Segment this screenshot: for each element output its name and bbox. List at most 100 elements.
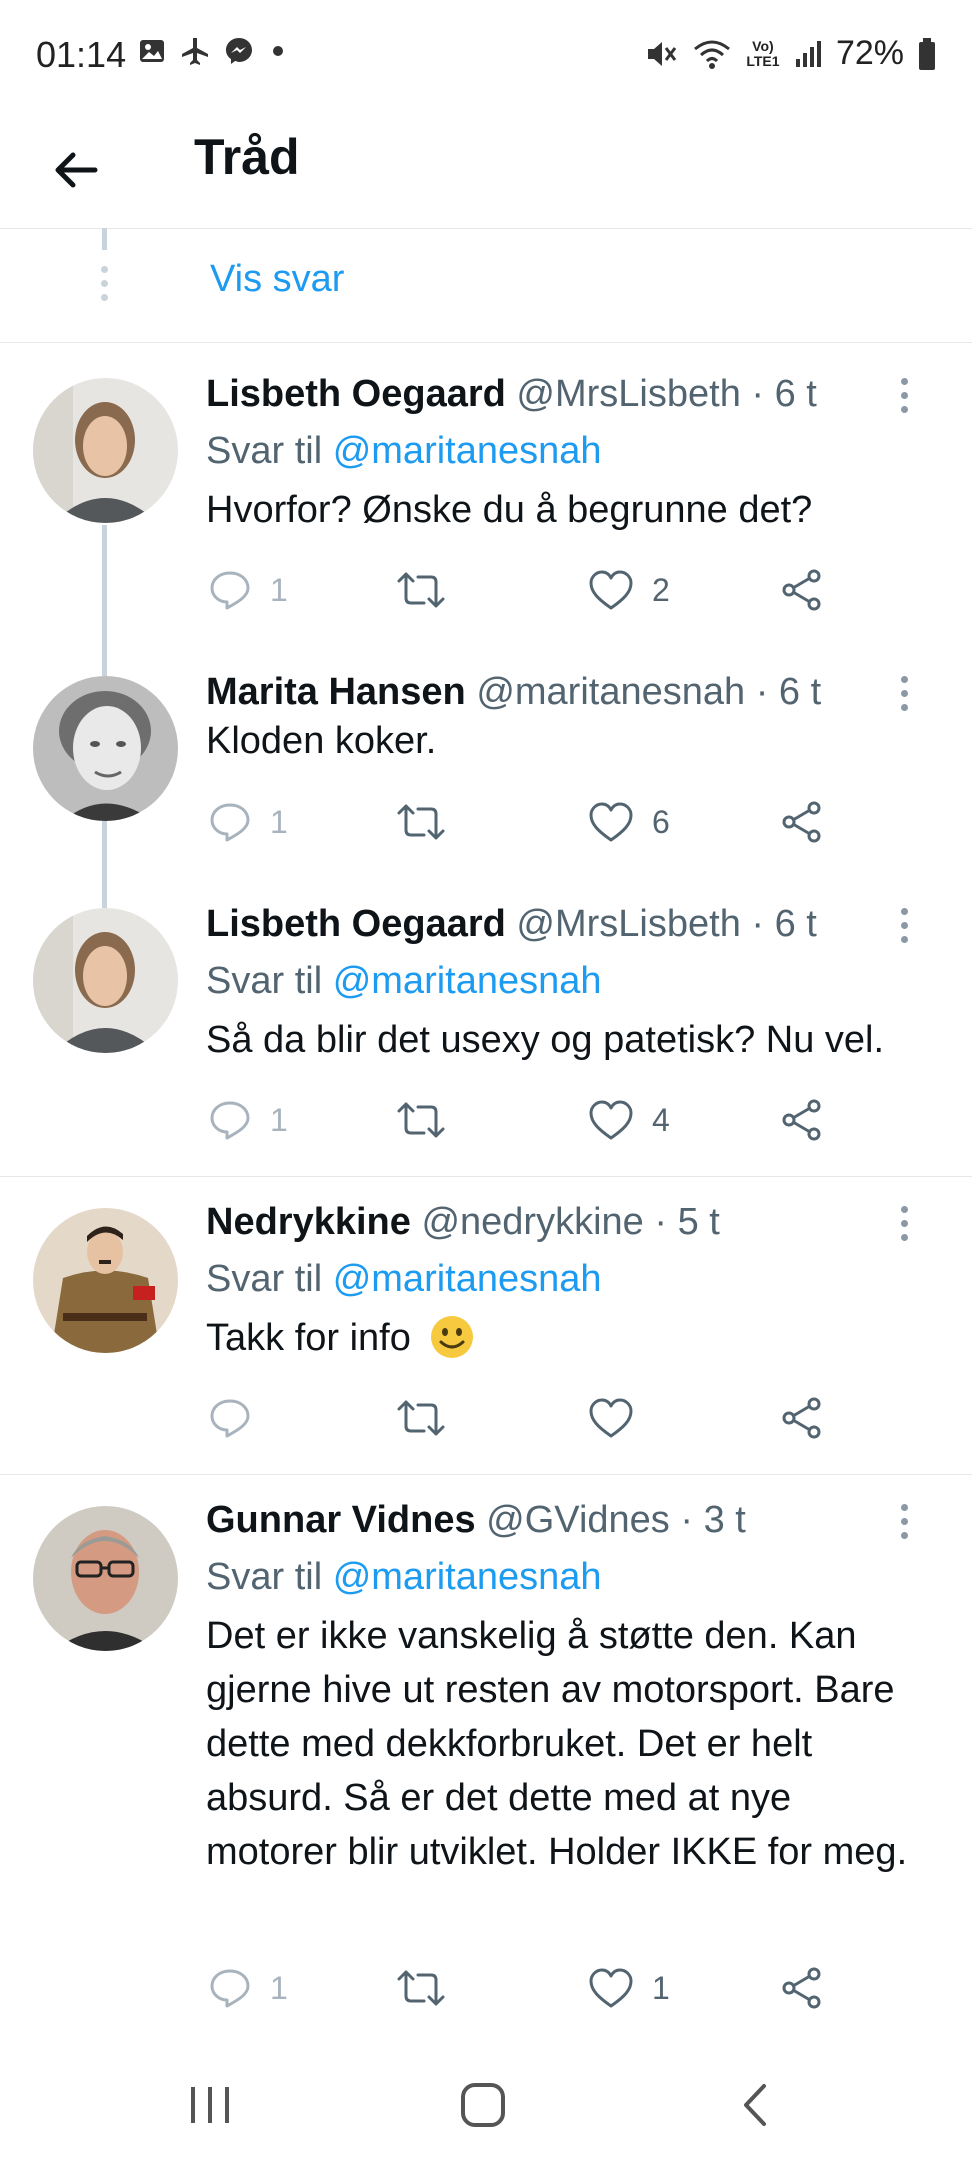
tweet[interactable]: Lisbeth Oegaard @MrsLisbeth · 6 t Svar t… [0,886,972,1177]
heart-icon [589,1100,633,1140]
reply-to-mention[interactable]: @maritanesnah [333,430,602,472]
retweet-icon [397,1102,445,1138]
author-handle[interactable]: @GVidnes [486,1499,670,1541]
share-button[interactable] [780,1388,824,1448]
show-replies-link[interactable]: Vis svar [210,258,344,301]
like-button[interactable]: 6 [588,792,670,852]
reply-count: 1 [270,571,288,608]
airplane-icon [182,38,208,65]
avatar[interactable] [33,908,178,1053]
tweet[interactable]: Gunnar Vidnes @GVidnes · 3 t Svar til @m… [0,1474,972,2034]
thread-line [102,654,107,676]
mute-icon [647,41,677,66]
retweet-button[interactable] [396,560,464,620]
share-icon [782,1967,821,2009]
author-name[interactable]: Gunnar Vidnes [206,1499,476,1541]
reply-count: 1 [270,1101,288,1138]
retweet-button[interactable] [396,792,464,852]
tweet-text: Det er ikke vanskelig å støtte den. Kan … [206,1615,908,1873]
reply-to-prefix: Svar til [206,430,323,472]
arrow-left-icon [55,152,98,188]
thread-line [102,228,107,250]
reply-to-line: Svar til @maritanesnah [206,1255,932,1303]
tweet-time[interactable]: 5 t [678,1201,720,1243]
tweet[interactable]: Lisbeth Oegaard @MrsLisbeth · 6 t Svar t… [0,342,972,654]
author-name[interactable]: Marita Hansen [206,671,466,713]
reply-button[interactable]: 1 [208,560,288,620]
meta-separator: · [755,671,769,713]
reply-icon [210,803,250,842]
meta-separator: · [680,1499,694,1541]
author-name[interactable]: Lisbeth Oegaard [206,903,506,945]
like-button[interactable] [588,1388,652,1448]
retweet-button[interactable] [396,1958,464,2018]
thread-dot [101,294,108,301]
more-options-button[interactable] [884,370,924,420]
system-nav-bar [0,2050,972,2160]
share-icon [782,1099,821,1141]
recent-apps-button[interactable] [160,2070,260,2140]
share-button[interactable] [780,1958,824,2018]
tweet-time[interactable]: 3 t [704,1499,746,1541]
back-button[interactable] [40,134,112,206]
avatar-marita-image [33,676,178,821]
heart-icon [589,1968,633,2008]
retweet-icon [397,804,445,840]
back-nav-button[interactable] [706,2070,806,2140]
author-name[interactable]: Nedrykkine [206,1201,411,1243]
tweet-time[interactable]: 6 t [779,671,821,713]
tweet-time[interactable]: 6 t [775,373,817,415]
more-options-button[interactable] [884,900,924,950]
author-name[interactable]: Lisbeth Oegaard [206,373,506,415]
home-icon [461,2083,505,2127]
reply-to-prefix: Svar til [206,1258,323,1300]
reply-button[interactable]: 1 [208,1958,288,2018]
share-button[interactable] [780,1090,824,1150]
reply-to-mention[interactable]: @maritanesnah [333,1258,602,1300]
avatar[interactable] [33,378,178,523]
reply-button[interactable]: 1 [208,1090,288,1150]
thread-line [102,886,107,908]
author-handle[interactable]: @nedrykkine [421,1201,643,1243]
author-handle[interactable]: @maritanesnah [476,671,745,713]
like-button[interactable]: 2 [588,560,670,620]
reply-button[interactable] [208,1388,270,1448]
thread-dot [101,266,108,273]
avatar-gunnar-image [33,1506,178,1651]
status-bar: 01:14 Vo) LTE1 72% [0,0,972,110]
like-count: 6 [652,803,670,840]
author-handle[interactable]: @MrsLisbeth [516,903,740,945]
thread-line [102,525,107,654]
like-count: 2 [652,571,670,608]
more-options-button[interactable] [884,1198,924,1248]
retweet-button[interactable] [396,1388,464,1448]
retweet-button[interactable] [396,1090,464,1150]
more-options-button[interactable] [884,668,924,718]
like-button[interactable]: 1 [588,1958,670,2018]
reply-to-line: Svar til @maritanesnah [206,427,932,475]
gallery-icon [140,40,164,62]
tweet-text-row: Takk for info [206,1311,932,1365]
author-handle[interactable]: @MrsLisbeth [516,373,740,415]
app-header: Tråd [0,110,972,229]
like-button[interactable]: 4 [588,1090,670,1150]
tweet[interactable]: Marita Hansen @maritanesnah · 6 t Kloden… [0,654,972,886]
reply-to-mention[interactable]: @maritanesnah [333,1556,602,1598]
avatar[interactable] [33,1506,178,1651]
meta-separator: · [654,1201,668,1243]
reply-button[interactable]: 1 [208,792,288,852]
battery-percent: 72% [835,34,904,72]
share-button[interactable] [780,792,824,852]
more-options-button[interactable] [884,1496,924,1546]
battery-icon [919,37,935,70]
avatar[interactable] [33,676,178,821]
avatar-lisbeth-image [33,908,178,1053]
tweet-time[interactable]: 6 t [775,903,817,945]
reply-to-mention[interactable]: @maritanesnah [333,960,602,1002]
tweet-actions [206,1388,846,1448]
avatar[interactable] [33,1208,178,1353]
home-button[interactable] [433,2070,533,2140]
share-button[interactable] [780,560,824,620]
signal-icon [795,40,821,67]
tweet[interactable]: Nedrykkine @nedrykkine · 5 t Svar til @m… [0,1176,972,1475]
